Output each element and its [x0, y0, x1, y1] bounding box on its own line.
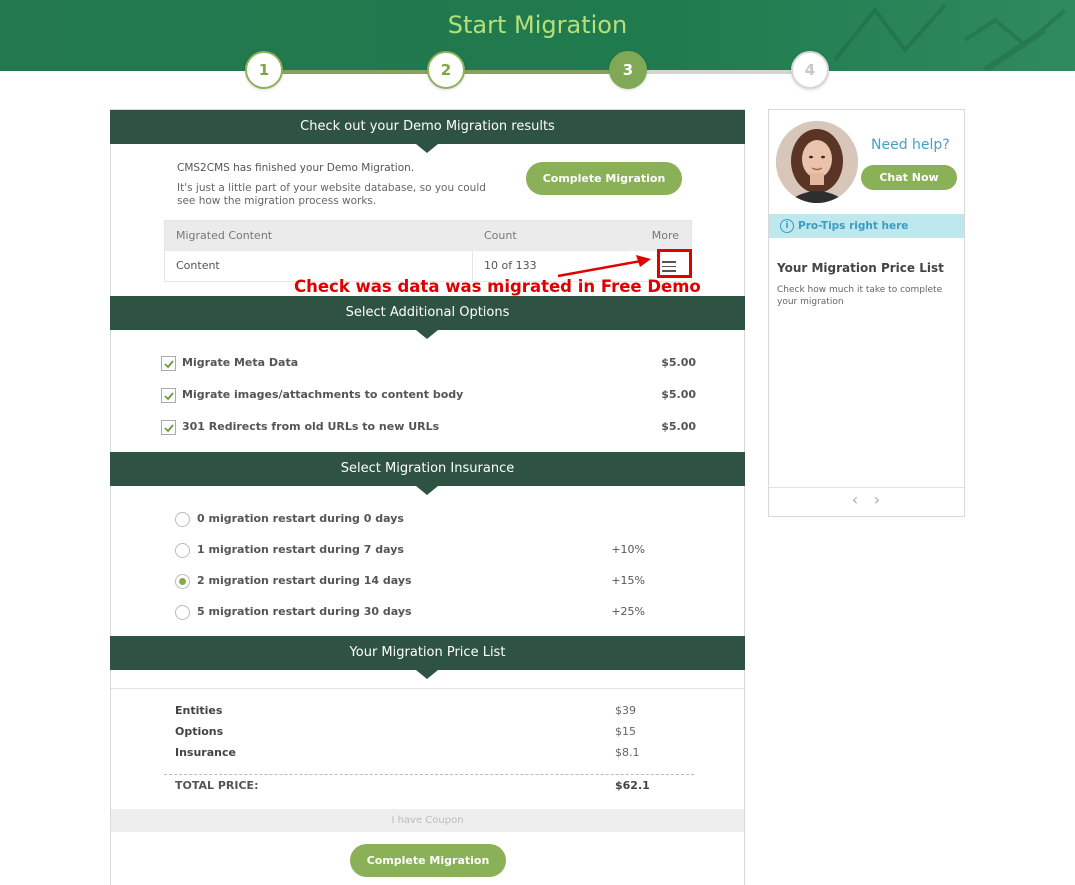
help-sidebar: Need help? Chat Now i Pro-Tips right her… [768, 109, 965, 517]
insurance-label: 1 migration restart during 7 days [197, 543, 404, 556]
insurance-option-0[interactable]: 0 migration restart during 0 days [175, 510, 645, 530]
migration-panel: Check out your Demo Migration results CM… [110, 109, 745, 885]
annotation-arrow-icon [557, 255, 651, 278]
option-label: Migrate Meta Data [182, 356, 299, 369]
price-value: $8.1 [615, 746, 640, 759]
insurance-percent: +25% [611, 605, 645, 618]
option-301-redirects[interactable]: 301 Redirects from old URLs to new URLs … [161, 418, 701, 438]
header-migrated-content: Migrated Content [176, 229, 273, 242]
demo-intro-line2: It's just a little part of your website … [177, 182, 486, 207]
option-label: 301 Redirects from old URLs to new URLs [182, 420, 440, 433]
step-3-current: 3 [609, 51, 647, 89]
demo-intro-line1: CMS2CMS has finished your Demo Migration… [177, 162, 415, 174]
option-price: $5.00 [661, 420, 696, 433]
complete-migration-button-top[interactable]: Complete Migration [526, 162, 682, 195]
coupon-link[interactable]: I have Coupon [111, 809, 744, 832]
chevron-right-icon[interactable]: › [870, 491, 884, 509]
step-1[interactable]: 1 [245, 51, 283, 89]
insurance-percent: +10% [611, 543, 645, 556]
price-value: $39 [615, 704, 636, 717]
checkbox[interactable] [161, 356, 176, 371]
price-label: Insurance [175, 746, 236, 759]
radio-button[interactable] [175, 512, 190, 527]
insurance-label: 2 migration restart during 14 days [197, 574, 412, 587]
option-label: Migrate images/attachments to content bo… [182, 388, 464, 401]
insurance-label: 5 migration restart during 30 days [197, 605, 412, 618]
total-divider [164, 774, 694, 775]
step-4: 4 [791, 51, 829, 89]
annotation-highlight-box [657, 249, 692, 278]
complete-migration-button-bottom[interactable]: Complete Migration [350, 844, 506, 877]
insurance-option-3[interactable]: 5 migration restart during 30 days +25% [175, 603, 645, 623]
radio-button[interactable] [175, 543, 190, 558]
table-header: Migrated Content Count More [165, 221, 691, 251]
support-avatar [776, 121, 858, 203]
chevron-left-icon[interactable]: ‹ [848, 491, 862, 509]
checkbox[interactable] [161, 420, 176, 435]
demo-results-heading: Check out your Demo Migration results [110, 110, 745, 153]
additional-options-heading: Select Additional Options [110, 296, 745, 339]
pro-tips-label: Pro-Tips right here [798, 220, 909, 232]
option-price: $5.00 [661, 356, 696, 369]
header-more: More [651, 229, 679, 242]
checkbox[interactable] [161, 388, 176, 403]
insurance-option-2[interactable]: 2 migration restart during 14 days +15% [175, 572, 645, 592]
sidebar-divider [769, 487, 964, 488]
tip-title: Your Migration Price List [777, 261, 944, 275]
header-count: Count [484, 229, 517, 242]
insurance-percent: +15% [611, 574, 645, 587]
price-list-heading: Your Migration Price List [110, 636, 745, 679]
price-value: $15 [615, 725, 636, 738]
insurance-label: 0 migration restart during 0 days [197, 512, 404, 525]
total-value: $62.1 [615, 779, 650, 792]
step-2[interactable]: 2 [427, 51, 465, 89]
price-label: Entities [175, 704, 223, 717]
annotation-text: Check was data was migrated in Free Demo [294, 277, 701, 296]
option-meta-data[interactable]: Migrate Meta Data $5.00 [161, 354, 701, 374]
option-images-attachments[interactable]: Migrate images/attachments to content bo… [161, 386, 701, 406]
page-header: Start Migration [0, 0, 1075, 71]
total-label: TOTAL PRICE: [175, 779, 259, 792]
tip-text: Check how much it take to complete your … [777, 285, 943, 307]
radio-button[interactable] [175, 605, 190, 620]
need-help-text: Need help? [871, 137, 950, 153]
info-icon: i [780, 219, 794, 233]
row-content: Content [176, 259, 220, 272]
price-label: Options [175, 725, 224, 738]
insurance-heading: Select Migration Insurance [110, 452, 745, 495]
page-title: Start Migration [447, 11, 628, 39]
option-price: $5.00 [661, 388, 696, 401]
pro-tips-bar: i Pro-Tips right here [769, 214, 964, 238]
insurance-option-1[interactable]: 1 migration restart during 7 days +10% [175, 541, 645, 561]
chat-now-button[interactable]: Chat Now [861, 165, 957, 190]
divider [111, 688, 744, 689]
radio-button-selected[interactable] [175, 574, 190, 589]
